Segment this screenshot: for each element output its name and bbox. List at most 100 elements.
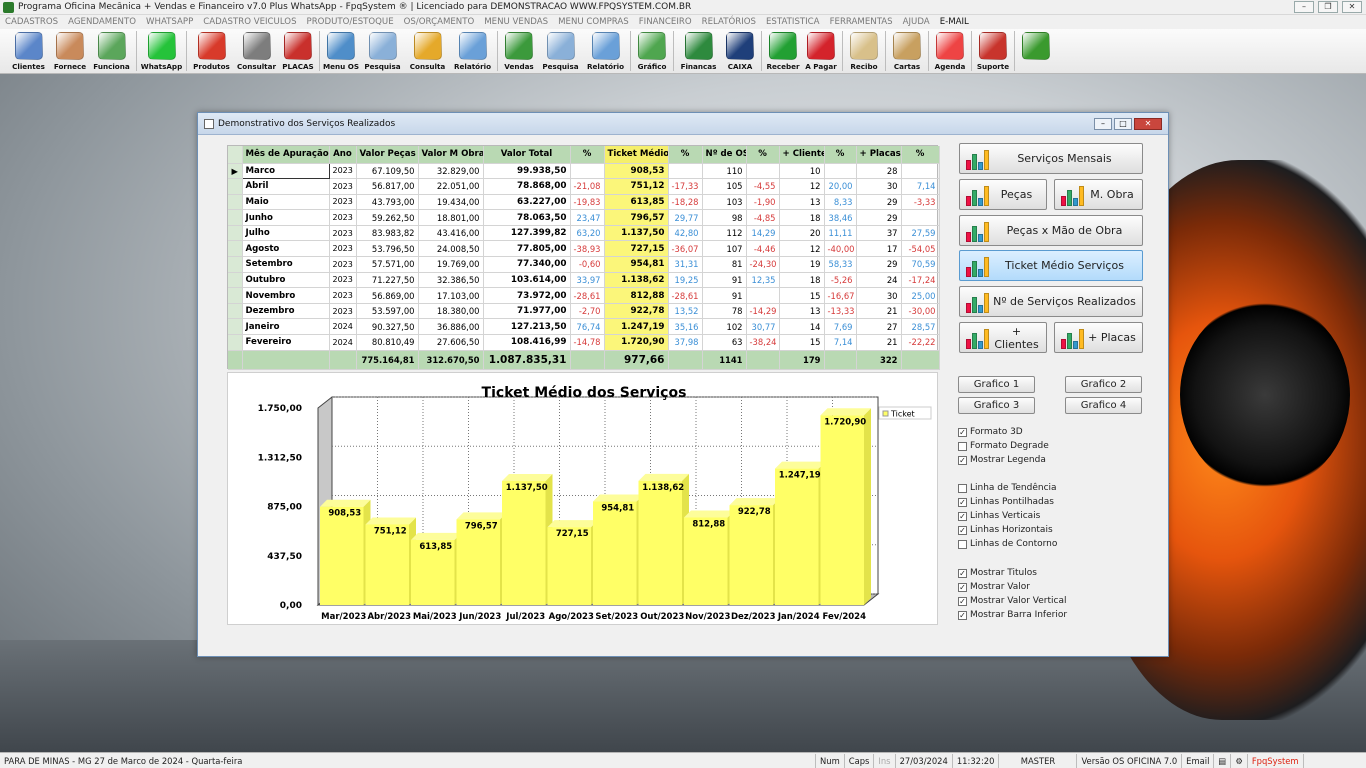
column-header[interactable]: % xyxy=(668,146,703,164)
bar[interactable] xyxy=(365,524,410,605)
column-header[interactable]: Valor Total xyxy=(483,146,571,164)
window-maximize-icon[interactable]: □ xyxy=(1114,117,1132,130)
table-row[interactable]: Fevereiro 2024 80.810,49 27.606,50 108.416,9… xyxy=(228,334,940,351)
menu-item-menu-vendas[interactable]: MENU VENDAS xyxy=(479,17,553,27)
window-minimize-icon[interactable]: – xyxy=(1094,117,1112,130)
option-mostrar-legenda[interactable]: ✓ Mostrar Legenda xyxy=(958,455,1046,465)
toolbar-gr-fico-button[interactable]: Gráfico xyxy=(633,29,671,73)
option-formato-degrade[interactable]: Formato Degrade xyxy=(958,441,1049,451)
toolbar-exit-button[interactable] xyxy=(1017,29,1055,73)
minimize-icon[interactable]: – xyxy=(1294,1,1314,13)
column-header[interactable]: % xyxy=(746,146,780,164)
column-header[interactable]: % xyxy=(570,146,605,164)
menu-item-agendamento[interactable]: AGENDAMENTO xyxy=(63,17,141,27)
checkbox[interactable]: ✓ xyxy=(958,455,967,465)
bar[interactable] xyxy=(502,480,546,605)
table-row[interactable]: Junho 2023 59.262,50 18.801,00 78.063,50 23,4… xyxy=(228,209,940,226)
checkbox[interactable]: ✓ xyxy=(958,568,967,578)
menu-item-financeiro[interactable]: FINANCEIRO xyxy=(634,17,697,27)
option-mostrar-titulos[interactable]: ✓ Mostrar Titulos xyxy=(958,568,1037,578)
option-formato-3d[interactable]: ✓ Formato 3D xyxy=(958,427,1023,437)
option-linhas-verticais[interactable]: ✓ Linhas Verticais xyxy=(958,511,1040,521)
toolbar-fornece-button[interactable]: Fornece xyxy=(51,29,89,73)
toolbar-financas-button[interactable]: Financas xyxy=(676,29,721,73)
status-printer-icon[interactable]: ▤ xyxy=(1214,753,1232,768)
checkbox[interactable]: ✓ xyxy=(958,525,967,535)
toolbar-receber-button[interactable]: Receber xyxy=(764,29,802,73)
bar[interactable] xyxy=(320,506,364,605)
column-header[interactable]: Ticket Médio xyxy=(604,146,669,164)
bar[interactable] xyxy=(684,517,728,605)
table-row[interactable]: Janeiro 2024 90.327,50 36.886,00 127.213,50 7… xyxy=(228,318,940,336)
checkbox[interactable]: ✓ xyxy=(958,427,967,437)
column-header[interactable]: Valor Peças xyxy=(356,146,419,164)
pecas-mobra-button[interactable]: Peças x Mão de Obra xyxy=(959,215,1143,246)
table-row[interactable]: Maio 2023 43.793,00 19.434,00 63.227,00 -19,8… xyxy=(228,194,940,211)
menu-item-menu-compras[interactable]: MENU COMPRAS xyxy=(553,17,634,27)
toolbar-consultar-button[interactable]: Consultar xyxy=(234,29,279,73)
grafico-1-button[interactable]: Grafico 1 xyxy=(958,376,1035,393)
ticket-medio-button[interactable]: Ticket Médio Serviços xyxy=(959,250,1143,281)
column-header[interactable]: Ano xyxy=(329,146,357,164)
column-header[interactable]: % xyxy=(901,146,940,164)
menu-item-estatistica[interactable]: ESTATISTICA xyxy=(761,17,825,27)
toolbar-produtos-button[interactable]: Produtos xyxy=(189,29,234,73)
option-linhas-de-contorno[interactable]: Linhas de Contorno xyxy=(958,539,1057,549)
menu-item-ajuda[interactable]: AJUDA xyxy=(898,17,935,27)
menu-item-cadastro-veiculos[interactable]: CADASTRO VEICULOS xyxy=(198,17,301,27)
column-header[interactable]: + Clientes xyxy=(779,146,825,164)
toolbar-pesquisa-button[interactable]: Pesquisa xyxy=(360,29,405,73)
table-row[interactable]: Novembro 2023 56.869,00 17.103,00 73.972,00-… xyxy=(228,287,940,304)
bar[interactable] xyxy=(456,519,501,605)
menu-item-ferramentas[interactable]: FERRAMENTAS xyxy=(825,17,898,27)
toolbar-whatsapp-button[interactable]: WhatsApp xyxy=(139,29,184,73)
table-row[interactable]: ▶ Marco 2023 67.109,50 32.829,00 99.938,50 908… xyxy=(228,162,940,180)
toolbar-agenda-button[interactable]: Agenda xyxy=(931,29,969,73)
menu-item-os-or-amento[interactable]: OS/ORÇAMENTO xyxy=(399,17,480,27)
toolbar-cartas-button[interactable]: Cartas xyxy=(888,29,926,73)
menu-item-e-mail[interactable]: E-MAIL xyxy=(935,17,974,27)
checkbox[interactable]: ✓ xyxy=(958,596,967,606)
grafico-4-button[interactable]: Grafico 4 xyxy=(1065,397,1142,414)
option-mostrar-valor[interactable]: ✓ Mostrar Valor xyxy=(958,582,1030,592)
bar[interactable] xyxy=(729,505,774,605)
toolbar-vendas-button[interactable]: Vendas xyxy=(500,29,538,73)
checkbox[interactable] xyxy=(958,441,967,451)
servicos-mensais-button[interactable]: Serviços Mensais xyxy=(959,143,1143,174)
window-close-icon[interactable]: ✕ xyxy=(1134,117,1162,130)
toolbar-placas-button[interactable]: PLACAS xyxy=(279,29,317,73)
checkbox[interactable] xyxy=(958,483,967,493)
checkbox[interactable] xyxy=(958,539,967,549)
status-email[interactable]: Email xyxy=(1182,753,1215,768)
toolbar-relat-rio-button[interactable]: Relatório xyxy=(450,29,495,73)
close-icon[interactable]: ✕ xyxy=(1342,1,1362,13)
toolbar-consulta-button[interactable]: Consulta xyxy=(405,29,450,73)
table-row[interactable]: Agosto 2023 53.796,50 24.008,50 77.805,00 -38… xyxy=(228,240,940,258)
checkbox[interactable]: ✓ xyxy=(958,511,967,521)
toolbar-menu-os-button[interactable]: Menu OS xyxy=(322,29,360,73)
table-row[interactable]: Outubro 2023 71.227,50 32.386,50 103.614,00 3… xyxy=(228,272,940,289)
toolbar-suporte-button[interactable]: Suporte xyxy=(974,29,1012,73)
bar[interactable] xyxy=(820,415,865,605)
num-servicos-button[interactable]: Nº de Serviços Realizados xyxy=(959,286,1143,317)
table-row[interactable]: Setembro 2023 57.571,00 19.769,00 77.340,00-… xyxy=(228,256,940,273)
column-header[interactable]: % xyxy=(824,146,857,164)
menu-item-produto-estoque[interactable]: PRODUTO/ESTOQUE xyxy=(302,17,399,27)
toolbar-a-pagar-button[interactable]: A Pagar xyxy=(802,29,840,73)
column-header[interactable]: Valor M Obra xyxy=(418,146,484,164)
toolbar-relat-rio-button[interactable]: Relatório xyxy=(583,29,628,73)
toolbar-clientes-button[interactable]: Clientes xyxy=(6,29,51,73)
checkbox[interactable]: ✓ xyxy=(958,582,967,592)
bar[interactable] xyxy=(593,501,637,605)
toolbar-recibo-button[interactable]: Recibo xyxy=(845,29,883,73)
table-row[interactable]: Dezembro 2023 53.597,00 18.380,00 71.977,00-… xyxy=(228,303,940,320)
toolbar-caixa-button[interactable]: CAIXA xyxy=(721,29,759,73)
toolbar-pesquisa-button[interactable]: Pesquisa xyxy=(538,29,583,73)
status-tools-icon[interactable]: ⚙ xyxy=(1231,753,1248,768)
bar[interactable] xyxy=(638,480,683,605)
column-header[interactable]: Mês de Apuração xyxy=(242,146,330,164)
grafico-2-button[interactable]: Grafico 2 xyxy=(1065,376,1142,393)
mobra-button[interactable]: M. Obra xyxy=(1054,179,1143,210)
column-header[interactable]: Nº de OS xyxy=(702,146,747,164)
grafico-3-button[interactable]: Grafico 3 xyxy=(958,397,1035,414)
